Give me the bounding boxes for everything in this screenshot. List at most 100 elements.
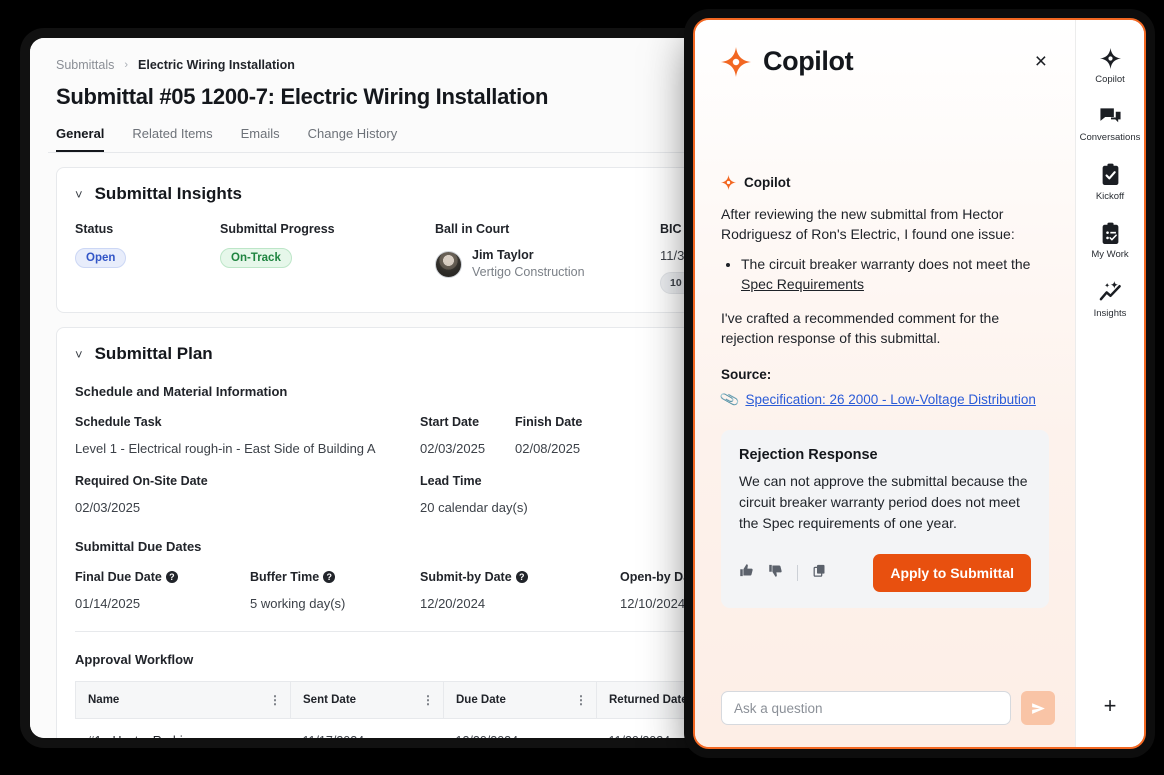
send-button[interactable] [1021, 691, 1055, 725]
sparkle-icon [721, 46, 751, 77]
column-header-due-date[interactable]: Due Date ⋮ [443, 681, 597, 719]
thumbs-down-icon[interactable] [768, 563, 783, 582]
close-icon[interactable]: × [1029, 49, 1053, 74]
final-due-date-field: Final Due Date? 01/14/2025 [75, 570, 250, 611]
issue-text: The circuit breaker warranty does not me… [741, 255, 1031, 272]
required-onsite-field: Required On-Site Date 02/03/2025 [75, 474, 420, 515]
copilot-input-row [695, 681, 1075, 747]
ball-in-court-label: Ball in Court [435, 222, 510, 236]
message-author-row: Copilot [721, 175, 1049, 190]
sparkle-icon [721, 175, 736, 190]
add-button[interactable]: + [1104, 695, 1117, 717]
avatar [435, 250, 462, 278]
rail-label: Copilot [1095, 74, 1125, 85]
rail-item-conversations[interactable]: Conversations [1076, 104, 1144, 143]
final-due-date-label: Final Due Date? [75, 570, 250, 584]
clipboard-tasks-icon [1100, 221, 1121, 245]
buffer-time-label-text: Buffer Time [250, 570, 320, 584]
required-onsite-value: 02/03/2025 [75, 500, 141, 515]
column-label: Name [88, 694, 120, 706]
copilot-main-column: Copilot × Copilot After reviewing the ne… [695, 20, 1075, 747]
tab-change-history[interactable]: Change History [308, 126, 398, 152]
open-by-date-label-text: Open-by Date [620, 570, 702, 584]
schedule-task-label: Schedule Task [75, 415, 162, 429]
rejection-response-body: We can not approve the submittal because… [739, 472, 1028, 531]
column-label: Sent Date [303, 694, 357, 706]
rejection-response-card: Rejection Response We can not approve th… [721, 429, 1049, 608]
rail-label: Insights [1093, 307, 1127, 319]
help-icon[interactable]: ? [165, 571, 178, 583]
copilot-message-area: Copilot After reviewing the new submitta… [695, 77, 1075, 681]
sparkle-trend-icon [1099, 280, 1122, 304]
buffer-time-value: 5 working day(s) [250, 596, 346, 611]
rejection-response-actions: Apply to Submittal [739, 553, 1031, 592]
start-date-field: Start Date 02/03/2025 [420, 415, 515, 456]
chevron-right-icon: › [124, 59, 129, 71]
help-icon[interactable]: ? [515, 571, 528, 583]
rail-label: My Work [1091, 249, 1129, 261]
ball-in-court-org: Vertigo Construction [472, 264, 585, 279]
tab-emails[interactable]: Emails [241, 126, 280, 152]
column-menu-icon[interactable]: ⋮ [575, 693, 587, 707]
copilot-right-rail: Copilot Conversations Kickoff My Work In… [1075, 20, 1144, 747]
column-header-name[interactable]: Name ⋮ [75, 681, 291, 719]
rejection-response-title: Rejection Response [739, 446, 878, 463]
source-link[interactable]: Specification: 26 2000 - Low-Voltage Dis… [745, 392, 1035, 407]
breadcrumb-current: Electric Wiring Installation [138, 58, 295, 72]
message-author: Copilot [744, 175, 791, 190]
cell-sent-date: 11/17/2024 [290, 718, 444, 738]
copilot-header: Copilot × [695, 20, 1075, 77]
ask-question-input[interactable] [721, 691, 1011, 725]
rail-item-kickoff[interactable]: Kickoff [1076, 163, 1144, 202]
chevron-down-icon[interactable]: ˅ [75, 347, 83, 362]
help-icon[interactable]: ? [323, 571, 336, 583]
column-label: Returned Date [609, 694, 688, 706]
submit-by-date-label-text: Submit-by Date [420, 570, 512, 584]
cell-name: #1 - Hector Rodriguez [75, 718, 291, 738]
copilot-paragraph-2: I've crafted a recommended comment for t… [721, 310, 1000, 347]
rail-item-insights[interactable]: Insights [1076, 280, 1144, 319]
list-item: The circuit breaker warranty does not me… [741, 254, 1049, 295]
schedule-task-field: Schedule Task Level 1 - Electrical rough… [75, 415, 420, 456]
ball-in-court-name: Jim Taylor [472, 248, 534, 262]
column-header-sent-date[interactable]: Sent Date ⋮ [290, 681, 444, 719]
submit-by-date-value: 12/20/2024 [420, 596, 486, 611]
copilot-paragraph-1: After reviewing the new submittal from H… [721, 206, 1015, 243]
column-menu-icon[interactable]: ⋮ [269, 693, 281, 707]
ball-in-court-field: Ball in Court Jim Taylor Vertigo Constru… [435, 222, 660, 294]
spec-requirements-link[interactable]: Spec Requirements [741, 276, 864, 292]
breadcrumb-root[interactable]: Submittals [56, 58, 114, 72]
rail-item-copilot[interactable]: Copilot [1076, 46, 1144, 85]
apply-to-submittal-button[interactable]: Apply to Submittal [873, 553, 1031, 592]
cell-due-date: 12/20/2024 [443, 718, 597, 738]
plan-title: Submittal Plan [94, 344, 213, 363]
progress-badge: On-Track [220, 248, 292, 268]
submit-by-date-field: Submit-by Date? 12/20/2024 [420, 570, 620, 611]
thumbs-up-icon[interactable] [739, 563, 754, 582]
chat-bubbles-icon [1099, 104, 1122, 128]
rail-label: Kickoff [1095, 190, 1125, 202]
progress-label: Submittal Progress [220, 222, 335, 236]
start-date-label: Start Date [420, 415, 480, 429]
copilot-issue-list: The circuit breaker warranty does not me… [741, 254, 1049, 295]
source-label: Source: [721, 366, 772, 382]
paperclip-icon: 📎 [718, 388, 741, 410]
column-label: Due Date [456, 694, 506, 706]
copy-icon[interactable] [812, 563, 827, 582]
clipboard-check-icon [1100, 163, 1121, 187]
tab-general[interactable]: General [56, 126, 105, 152]
buffer-time-field: Buffer Time? 5 working day(s) [250, 570, 420, 611]
tab-related-items[interactable]: Related Items [132, 126, 212, 152]
rail-item-my-work[interactable]: My Work [1076, 221, 1144, 260]
submit-by-date-label: Submit-by Date? [420, 570, 620, 584]
chevron-down-icon[interactable]: ˅ [75, 187, 83, 202]
sparkle-icon [1099, 46, 1121, 70]
final-due-date-value: 01/14/2025 [75, 596, 141, 611]
status-field: Status Open [75, 222, 220, 294]
status-badge: Open [75, 248, 127, 268]
ball-in-court-person: Jim Taylor Vertigo Construction [435, 248, 660, 281]
send-icon [1031, 702, 1045, 714]
column-menu-icon[interactable]: ⋮ [422, 693, 434, 707]
required-onsite-label: Required On-Site Date [75, 474, 208, 488]
screen: Submittals › Electric Wiring Installatio… [0, 0, 1164, 775]
